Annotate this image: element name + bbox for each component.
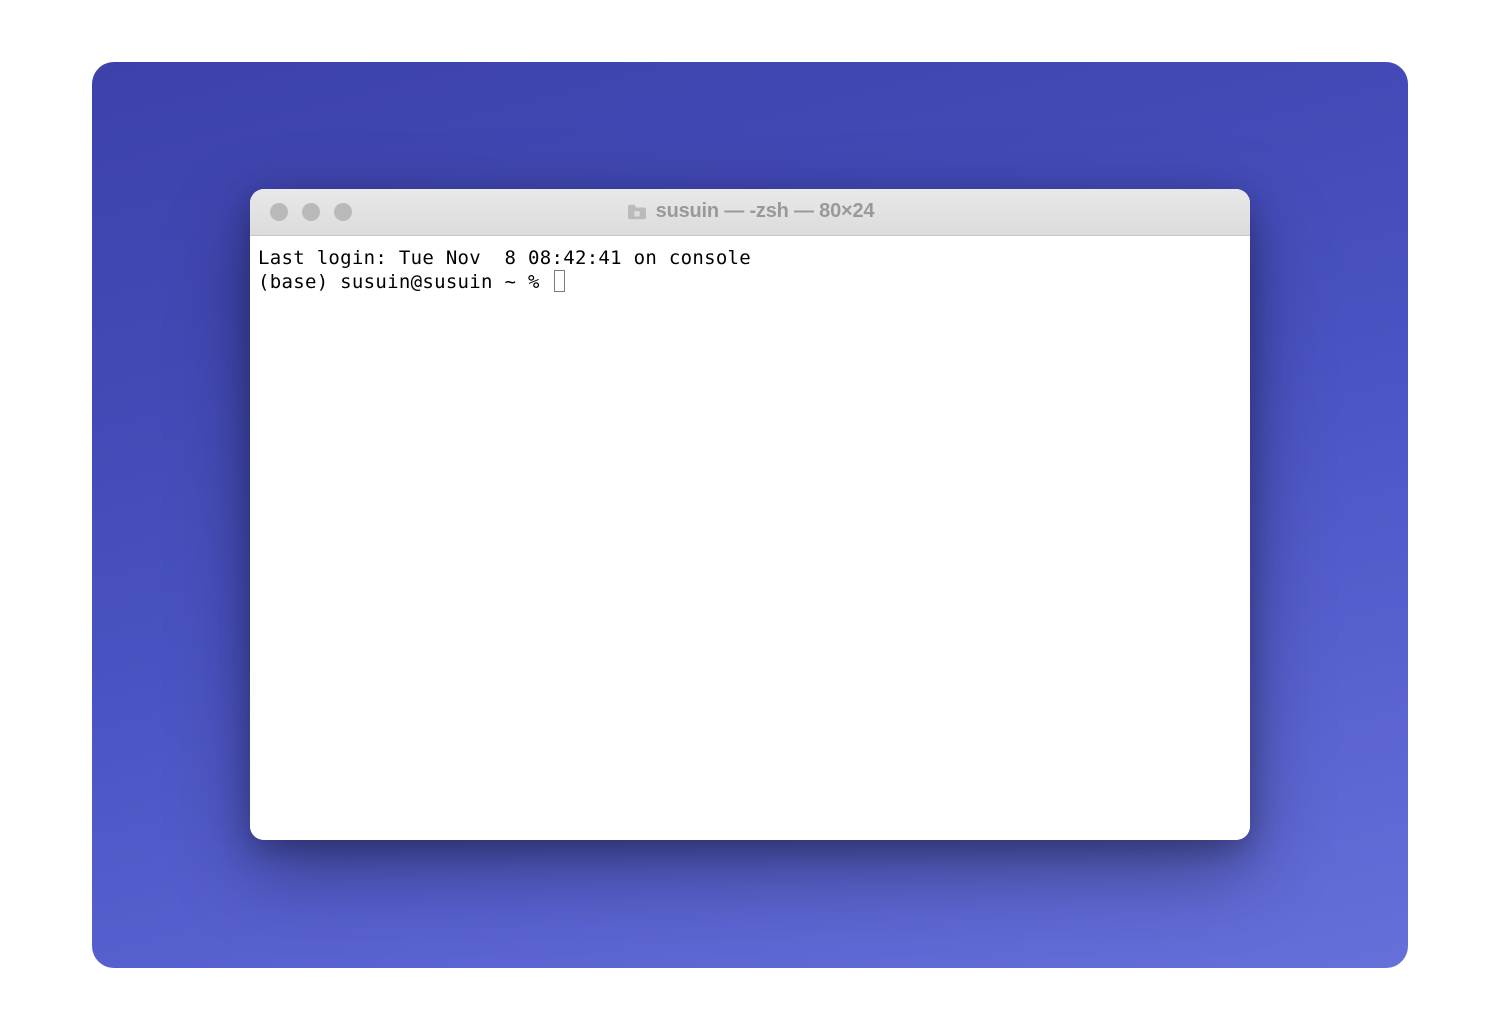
shell-prompt: (base) susuin@susuin ~ % <box>258 270 551 294</box>
window-controls <box>270 203 352 221</box>
terminal-body[interactable]: Last login: Tue Nov 8 08:42:41 on consol… <box>250 236 1250 840</box>
prompt-line: (base) susuin@susuin ~ % <box>258 270 1242 294</box>
close-button[interactable] <box>270 203 288 221</box>
folder-icon <box>626 203 648 221</box>
desktop-background: susuin — -zsh — 80×24 Last login: Tue No… <box>92 62 1408 968</box>
terminal-window: susuin — -zsh — 80×24 Last login: Tue No… <box>250 189 1250 840</box>
window-title-bar[interactable]: susuin — -zsh — 80×24 <box>250 189 1250 236</box>
minimize-button[interactable] <box>302 203 320 221</box>
maximize-button[interactable] <box>334 203 352 221</box>
cursor[interactable] <box>554 270 565 292</box>
title-area: susuin — -zsh — 80×24 <box>250 200 1250 223</box>
window-title: susuin — -zsh — 80×24 <box>656 200 875 223</box>
last-login-line: Last login: Tue Nov 8 08:42:41 on consol… <box>258 246 1242 270</box>
